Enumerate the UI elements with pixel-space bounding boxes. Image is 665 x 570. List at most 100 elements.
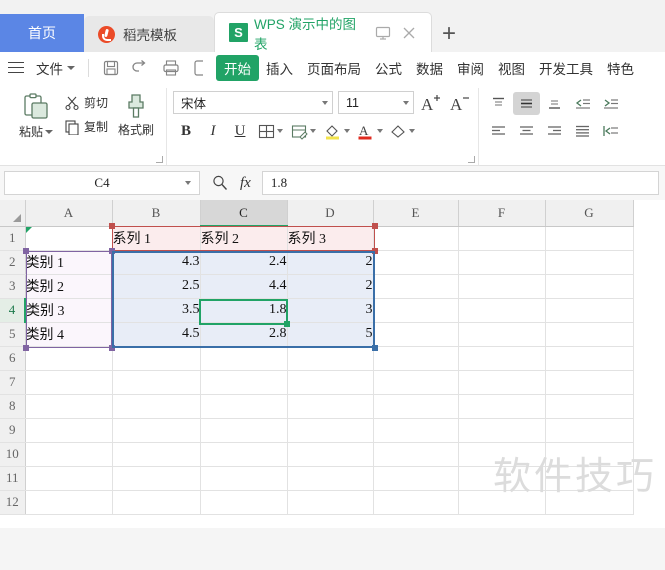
cell-B5[interactable]: 4.5 (112, 322, 200, 346)
cell-A12[interactable] (25, 490, 112, 514)
cell-G4[interactable] (545, 298, 633, 322)
cell-B11[interactable] (112, 466, 200, 490)
cell-A2[interactable]: 类别 1 (25, 250, 112, 274)
font-name-select[interactable]: 宋体 (173, 91, 333, 114)
cell-E10[interactable] (373, 442, 458, 466)
cell-C10[interactable] (200, 442, 287, 466)
cell-E7[interactable] (373, 370, 458, 394)
align-left-button[interactable] (485, 119, 512, 142)
cell-E8[interactable] (373, 394, 458, 418)
name-box[interactable]: C4 (4, 171, 200, 195)
cell-F3[interactable] (458, 274, 545, 298)
cell-D11[interactable] (287, 466, 373, 490)
font-dialog-launcher[interactable] (468, 156, 475, 163)
tab-home[interactable]: 首页 (0, 14, 84, 52)
ribbon-tab-view[interactable]: 视图 (491, 55, 532, 81)
tab-docer-template[interactable]: 稻壳模板 (84, 16, 214, 52)
print-icon[interactable] (161, 58, 181, 78)
cell-C1[interactable]: 系列 2 (200, 226, 287, 250)
cell-D4[interactable]: 3 (287, 298, 373, 322)
cell-A7[interactable] (25, 370, 112, 394)
cell-E4[interactable] (373, 298, 458, 322)
row-header-11[interactable]: 11 (0, 466, 25, 490)
cell-E11[interactable] (373, 466, 458, 490)
cell-A3[interactable]: 类别 2 (25, 274, 112, 298)
cell-B10[interactable] (112, 442, 200, 466)
align-center-button[interactable] (513, 119, 540, 142)
cell-D3[interactable]: 2 (287, 274, 373, 298)
align-middle-button[interactable] (513, 92, 540, 115)
cell-C7[interactable] (200, 370, 287, 394)
cell-B9[interactable] (112, 418, 200, 442)
cut-button[interactable]: 剪切 (64, 94, 108, 111)
formula-input[interactable]: 1.8 (262, 171, 659, 195)
cell-E2[interactable] (373, 250, 458, 274)
row-header-5[interactable]: 5 (0, 322, 25, 346)
cell-F5[interactable] (458, 322, 545, 346)
ribbon-tab-start[interactable]: 开始 (216, 55, 259, 81)
justify-button[interactable] (569, 119, 596, 142)
cell-G5[interactable] (545, 322, 633, 346)
row-header-9[interactable]: 9 (0, 418, 25, 442)
cell-G7[interactable] (545, 370, 633, 394)
cell-E1[interactable] (373, 226, 458, 250)
cell-B4[interactable]: 3.5 (112, 298, 200, 322)
cell-G2[interactable] (545, 250, 633, 274)
bold-button[interactable]: B (173, 119, 199, 143)
cell-A11[interactable] (25, 466, 112, 490)
ribbon-tab-developer[interactable]: 开发工具 (532, 55, 600, 81)
cell-D9[interactable] (287, 418, 373, 442)
increase-font-size-button[interactable]: A (419, 91, 443, 114)
cell-F4[interactable] (458, 298, 545, 322)
cell-D7[interactable] (287, 370, 373, 394)
ribbon-tab-formula[interactable]: 公式 (368, 55, 409, 81)
cell-B12[interactable] (112, 490, 200, 514)
column-header-B[interactable]: B (112, 200, 200, 226)
cell-G3[interactable] (545, 274, 633, 298)
cell-E12[interactable] (373, 490, 458, 514)
format-painter-button[interactable]: 格式刷 (112, 90, 160, 138)
cell-G8[interactable] (545, 394, 633, 418)
cell-D2[interactable]: 2 (287, 250, 373, 274)
print-preview-icon[interactable] (191, 58, 211, 78)
decrease-font-size-button[interactable]: A (448, 91, 472, 114)
row-header-4[interactable]: 4 (0, 298, 25, 322)
clear-format-button[interactable] (386, 119, 418, 143)
cell-C6[interactable] (200, 346, 287, 370)
spreadsheet-grid[interactable]: A B C D E F G 1 系列 1 系列 2 系列 3 2 类别 1 (0, 200, 665, 528)
cell-G1[interactable] (545, 226, 633, 250)
cell-C3[interactable]: 4.4 (200, 274, 287, 298)
file-menu-button[interactable]: 文件 (30, 58, 81, 78)
cell-F1[interactable] (458, 226, 545, 250)
cell-E5[interactable] (373, 322, 458, 346)
column-header-G[interactable]: G (545, 200, 633, 226)
row-header-3[interactable]: 3 (0, 274, 25, 298)
text-direction-button[interactable] (597, 119, 624, 142)
cell-A8[interactable] (25, 394, 112, 418)
cell-A6[interactable] (25, 346, 112, 370)
cell-F9[interactable] (458, 418, 545, 442)
undo-icon[interactable] (131, 58, 151, 78)
select-all-corner[interactable] (0, 200, 25, 226)
row-header-6[interactable]: 6 (0, 346, 25, 370)
italic-button[interactable]: I (200, 119, 226, 143)
row-header-7[interactable]: 7 (0, 370, 25, 394)
cell-A1[interactable] (25, 226, 112, 250)
column-header-C[interactable]: C (200, 200, 287, 226)
paste-button[interactable]: 粘贴 (10, 90, 62, 140)
column-header-E[interactable]: E (373, 200, 458, 226)
cell-A9[interactable] (25, 418, 112, 442)
cell-F6[interactable] (458, 346, 545, 370)
cell-F8[interactable] (458, 394, 545, 418)
cell-A5[interactable]: 类别 4 (25, 322, 112, 346)
row-header-2[interactable]: 2 (0, 250, 25, 274)
cell-B7[interactable] (112, 370, 200, 394)
cell-F7[interactable] (458, 370, 545, 394)
underline-button[interactable]: U (227, 119, 253, 143)
ribbon-tab-data[interactable]: 数据 (409, 55, 450, 81)
hamburger-icon[interactable] (8, 62, 24, 74)
insert-function-icon[interactable]: fx (240, 175, 251, 192)
cell-D8[interactable] (287, 394, 373, 418)
row-header-12[interactable]: 12 (0, 490, 25, 514)
cell-C8[interactable] (200, 394, 287, 418)
